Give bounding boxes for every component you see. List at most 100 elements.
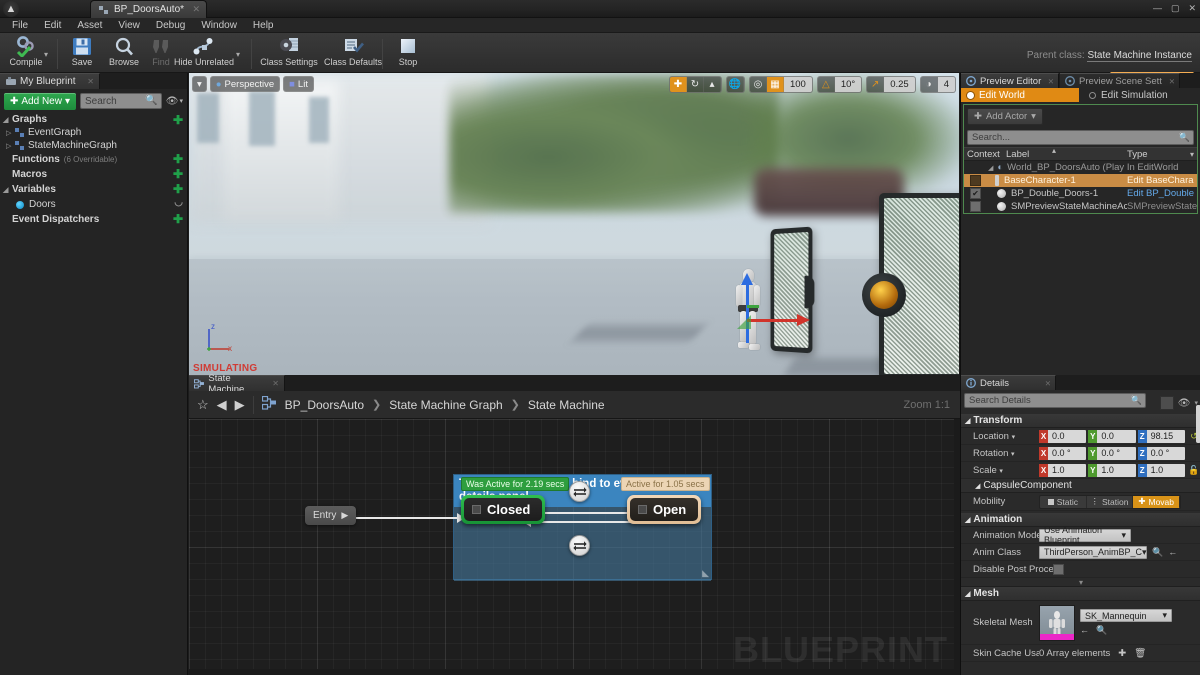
clear-array-icon[interactable]: 🗑 [1134, 648, 1146, 659]
graph-horizontal-scrollbar[interactable] [189, 669, 954, 675]
edit-world-radio[interactable]: Edit World [961, 88, 1079, 102]
close-icon[interactable]: ✕ [1048, 77, 1054, 86]
transition-node-closed-to-open[interactable] [569, 481, 590, 502]
grid-view-icon[interactable] [1160, 396, 1174, 410]
menu-help[interactable]: Help [245, 18, 282, 33]
menu-file[interactable]: File [4, 18, 36, 33]
eye-icon[interactable]: 👁 [1178, 398, 1191, 409]
state-node-pin-icon[interactable] [638, 505, 647, 514]
browse-asset-icon[interactable]: 🔍 [1152, 547, 1163, 558]
visibility-checkbox[interactable] [970, 175, 981, 186]
close-icon[interactable]: ✕ [1045, 379, 1051, 388]
hide-unrelated-button[interactable]: Hide Unrelated [176, 35, 232, 71]
browse-asset-icon[interactable]: 🔍 [1096, 625, 1107, 636]
add-dispatcher-icon[interactable]: ✚ [173, 212, 183, 226]
scale-z-value[interactable]: 1.0 [1147, 464, 1185, 477]
anim-class-dropdown[interactable]: ThirdPerson_AnimBP_C ▾ [1039, 546, 1147, 559]
star-icon[interactable]: ☆ [197, 397, 209, 413]
tab-preview-editor[interactable]: Preview Editor ✕ [961, 73, 1059, 88]
scale-z-field[interactable]: Z1.0 [1138, 464, 1185, 477]
mobility-movable-button[interactable]: ✚Movab [1133, 496, 1180, 508]
mobility-stationary-button[interactable]: ⋮Station [1087, 496, 1134, 508]
graph-canvas[interactable]: BLUEPRINT The transitions auto bind to e… [189, 419, 960, 675]
tree-item-eventgraph[interactable]: ▷ EventGraph [0, 126, 187, 139]
menu-edit[interactable]: Edit [36, 18, 69, 33]
column-type[interactable]: Type [1127, 149, 1197, 160]
gizmo-x-arrow[interactable] [797, 314, 810, 326]
expander-icon[interactable]: ▷ [6, 129, 15, 137]
hide-unrelated-dropdown-icon[interactable]: ▾ [236, 50, 240, 59]
breadcrumb-state-machine-graph[interactable]: State Machine Graph [389, 398, 502, 412]
document-tab-bp-doorsauto[interactable]: BP_DoorsAuto* ✕ [90, 0, 207, 18]
grid-snap-icon[interactable]: ▦ [767, 76, 784, 93]
rotation-y-value[interactable]: 0.0 ° [1097, 447, 1135, 460]
scale-y-value[interactable]: 1.0 [1097, 464, 1135, 477]
class-settings-button[interactable]: Class Settings [258, 35, 320, 71]
save-button[interactable]: Save [58, 35, 106, 71]
minimize-icon[interactable]: — [1153, 2, 1162, 14]
tab-preview-scene-settings[interactable]: Preview Scene Sett ✕ [1060, 73, 1180, 88]
location-y-value[interactable]: 0.0 [1097, 430, 1135, 443]
compile-button[interactable]: Compile [2, 35, 50, 71]
visibility-checkbox[interactable] [970, 201, 981, 212]
rotation-z-field[interactable]: Z0.0 ° [1138, 447, 1185, 460]
translate-icon[interactable]: ✚ [670, 76, 687, 93]
location-y-field[interactable]: Y0.0 [1088, 430, 1135, 443]
tree-item-statemachinegraph[interactable]: ▷ StateMachineGraph [0, 139, 187, 152]
scale-x-value[interactable]: 1.0 [1048, 464, 1086, 477]
location-x-value[interactable]: 0.0 [1048, 430, 1086, 443]
surface-snap-icon[interactable]: ◎ [750, 76, 767, 93]
preview-viewport[interactable]: ▾ ● Perspective ■ Lit ✚ ↻ ▴ 🌐 ◎ ▦ [189, 73, 959, 375]
outliner-row-doors[interactable]: ✔ BP_Double_Doors-1 Edit BP_Double [964, 187, 1197, 200]
close-icon[interactable]: ✕ [1169, 77, 1175, 86]
outliner-row-type[interactable]: Edit BP_Double [1127, 188, 1197, 199]
add-new-button[interactable]: ✚ Add New ▾ [4, 93, 76, 110]
outliner-row-smpreview[interactable]: SMPreviewStateMachineActor1 SMPreviewSta… [964, 200, 1197, 213]
edit-simulation-radio[interactable]: Edit Simulation [1079, 90, 1168, 101]
details-search-input[interactable]: Search Details 🔍 [964, 393, 1146, 408]
skeletal-mesh-dropdown[interactable]: SK_Mannequin ▾ [1080, 609, 1172, 622]
add-variable-icon[interactable]: ✚ [173, 182, 183, 196]
section-event-dispatchers[interactable]: Event Dispatchers ✚ [0, 212, 187, 227]
location-x-field[interactable]: X0.0 [1039, 430, 1086, 443]
chevron-down-icon[interactable]: ▾ [999, 468, 1003, 475]
filter-icon[interactable]: ▾ [1190, 150, 1194, 159]
gizmo-z-arrow[interactable] [741, 273, 753, 285]
class-defaults-button[interactable]: Class Defaults [322, 35, 384, 71]
grid-snap-value[interactable]: 100 [784, 76, 812, 93]
entry-node[interactable]: Entry ▶ [305, 506, 356, 525]
add-macro-icon[interactable]: ✚ [173, 167, 183, 181]
scale-icon[interactable]: ▴ [704, 76, 721, 93]
rotation-x-value[interactable]: 0.0 ° [1048, 447, 1086, 460]
details-scrollbar[interactable] [1196, 405, 1200, 443]
tree-item-doors[interactable]: Doors ◡ [0, 197, 187, 212]
close-window-icon[interactable]: ✕ [1188, 2, 1196, 14]
scale-snap-value[interactable]: 0.25 [884, 76, 915, 93]
gizmo-x-axis[interactable] [747, 319, 799, 322]
menu-window[interactable]: Window [193, 18, 245, 33]
outliner-search-input[interactable]: Search... 🔍 [967, 130, 1194, 145]
menu-debug[interactable]: Debug [148, 18, 193, 33]
close-tab-icon[interactable]: ✕ [193, 4, 201, 15]
location-z-value[interactable]: 98.15 [1147, 430, 1185, 443]
viewport-options-button[interactable]: ▾ [192, 76, 207, 92]
section-functions[interactable]: Functions (6 Overridable) ✚ [0, 152, 187, 167]
menu-asset[interactable]: Asset [69, 18, 110, 33]
scale-snap-icon[interactable]: ↗ [867, 76, 884, 93]
state-node-pin-icon[interactable] [472, 505, 481, 514]
gizmo-z-axis[interactable] [746, 285, 749, 343]
rotate-icon[interactable]: ↻ [687, 76, 704, 93]
column-context[interactable]: Context [964, 149, 1006, 160]
expander-icon[interactable]: ▷ [6, 142, 15, 150]
add-array-element-icon[interactable]: ✚ [1118, 648, 1126, 659]
parent-class-value[interactable]: State Machine Instance [1087, 50, 1192, 62]
entry-node-pin-icon[interactable]: ▶ [341, 510, 348, 521]
breadcrumb-state-machine[interactable]: State Machine [528, 398, 605, 412]
use-selected-asset-icon[interactable]: ← [1080, 625, 1089, 636]
outliner-row-type[interactable]: Edit BaseChara [1127, 175, 1197, 186]
state-node-closed[interactable]: Closed [461, 495, 545, 524]
stop-button[interactable]: Stop [384, 35, 432, 71]
maximize-icon[interactable]: ▢ [1171, 2, 1180, 14]
resize-handle-icon[interactable]: ◣ [702, 568, 709, 579]
close-icon[interactable]: ✕ [87, 77, 94, 86]
